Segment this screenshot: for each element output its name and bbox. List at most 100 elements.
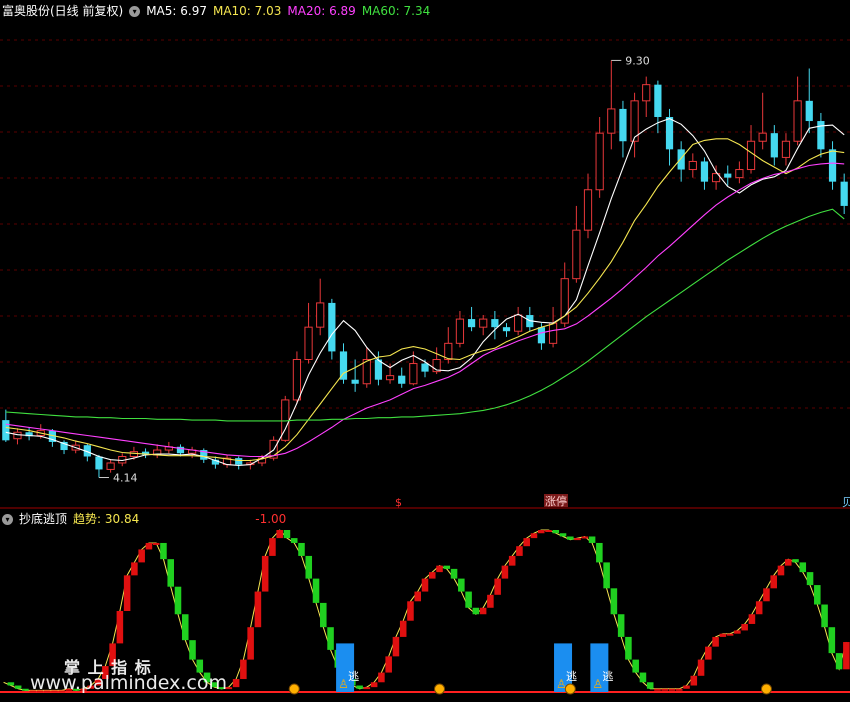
trend-bar <box>683 685 690 689</box>
candle-body <box>13 431 22 440</box>
trend-bar <box>123 575 131 611</box>
trend-bar <box>290 538 298 543</box>
trend-bar <box>283 530 291 539</box>
trend-bar <box>828 627 836 654</box>
candle-body <box>781 140 791 158</box>
candle-body <box>735 169 744 179</box>
trend-bar <box>537 530 545 534</box>
trend-bar <box>196 659 204 673</box>
trend-bar <box>428 572 436 579</box>
trend-bar <box>414 591 422 602</box>
trend-bar <box>581 536 589 539</box>
settings-dropdown-icon[interactable]: ▾ <box>129 5 141 17</box>
trend-bar <box>639 672 647 683</box>
candle-body <box>840 181 848 206</box>
trend-bar <box>436 565 443 573</box>
candle-body <box>421 363 429 372</box>
indicator-title: 抄底逃顶 <box>19 512 68 526</box>
trend-bar <box>356 685 363 689</box>
ma5-label: MA5: 6.97 <box>146 4 207 18</box>
trend-bar <box>421 578 429 592</box>
high-price-label: 9.30 <box>625 54 650 67</box>
trend-bar <box>516 546 523 556</box>
trend-bar <box>661 688 669 691</box>
candle-body <box>665 117 674 150</box>
trend-bar <box>770 575 777 589</box>
buy-signal-coin-icon <box>564 683 576 695</box>
candle-body <box>583 189 593 231</box>
trend-bar <box>792 559 799 563</box>
indicator-dropdown-icon[interactable]: ▾ <box>2 513 13 525</box>
candle-body <box>724 173 732 178</box>
trend-bar <box>559 533 567 537</box>
trend-bar <box>269 538 276 556</box>
candle-body <box>770 133 778 158</box>
buy-signal-coin-icon <box>760 683 772 695</box>
candlestick-series <box>2 60 848 478</box>
escape-signal-text: 逃 <box>602 670 613 683</box>
candle-body <box>595 132 604 191</box>
trend-value-label: 趋势: 30.84 <box>73 512 140 526</box>
trend-bar <box>378 672 385 683</box>
ma60-label: MA60: 7.34 <box>361 4 431 18</box>
trend-bar <box>145 542 153 550</box>
ma-line-ma5 <box>5 118 845 466</box>
trend-bar <box>479 607 487 615</box>
trend-bar <box>399 620 407 637</box>
trend-bar <box>116 611 124 644</box>
escape-signal-text: 逃 <box>566 670 577 683</box>
trend-bar <box>654 688 661 691</box>
ma-line-ma60 <box>5 208 845 422</box>
candle-body <box>351 379 359 384</box>
trend-bar <box>363 687 371 690</box>
chart-title: 富奥股份(日线 前复权) <box>2 4 124 18</box>
trend-bar <box>697 659 705 676</box>
signal-marker-right: 贝 <box>842 496 850 509</box>
candle-body <box>467 319 476 328</box>
trend-bar <box>668 688 676 691</box>
trend-bar <box>545 530 552 532</box>
candle-body <box>316 302 325 328</box>
trend-bar <box>734 630 741 634</box>
candle-body <box>654 84 662 117</box>
trend-bar <box>240 659 247 680</box>
trend-bar <box>799 562 807 573</box>
moving-average-lines <box>5 118 845 466</box>
candle-body <box>548 322 558 344</box>
trend-bar <box>603 562 610 589</box>
candle-body <box>502 327 511 332</box>
trend-bar <box>327 627 334 650</box>
trend-bar <box>276 530 283 539</box>
ma-line-ma10 <box>5 138 845 462</box>
trend-bar <box>298 542 305 556</box>
candle-body <box>398 375 406 384</box>
candle-body <box>409 363 418 385</box>
trend-bar <box>835 653 843 670</box>
candle-body <box>572 229 581 280</box>
trend-bar <box>160 542 167 560</box>
candle-body <box>514 314 523 332</box>
candle-body <box>805 100 813 122</box>
trend-bar <box>784 559 792 566</box>
trend-bar <box>567 536 574 540</box>
trend-bar <box>254 591 262 628</box>
trend-bar <box>487 594 494 608</box>
trend-bar <box>843 642 850 670</box>
trend-bar <box>763 588 770 602</box>
low-price-label: 4.14 <box>113 472 137 485</box>
trend-bar <box>181 614 189 641</box>
trend-bar <box>312 578 320 603</box>
candle-body <box>688 160 697 171</box>
candle-body <box>793 100 802 142</box>
trend-bar <box>189 640 196 660</box>
trend-bar <box>755 601 763 615</box>
candle-body <box>677 149 685 170</box>
trend-bar <box>450 568 458 579</box>
candle-body <box>235 458 243 465</box>
trend-bar <box>777 565 785 576</box>
candle-body <box>339 351 348 380</box>
trend-bar <box>138 549 145 563</box>
candle-body <box>828 149 837 182</box>
watermark-url: www.palmindex.com <box>30 672 228 694</box>
buy-signal-coin-icon <box>288 683 300 695</box>
